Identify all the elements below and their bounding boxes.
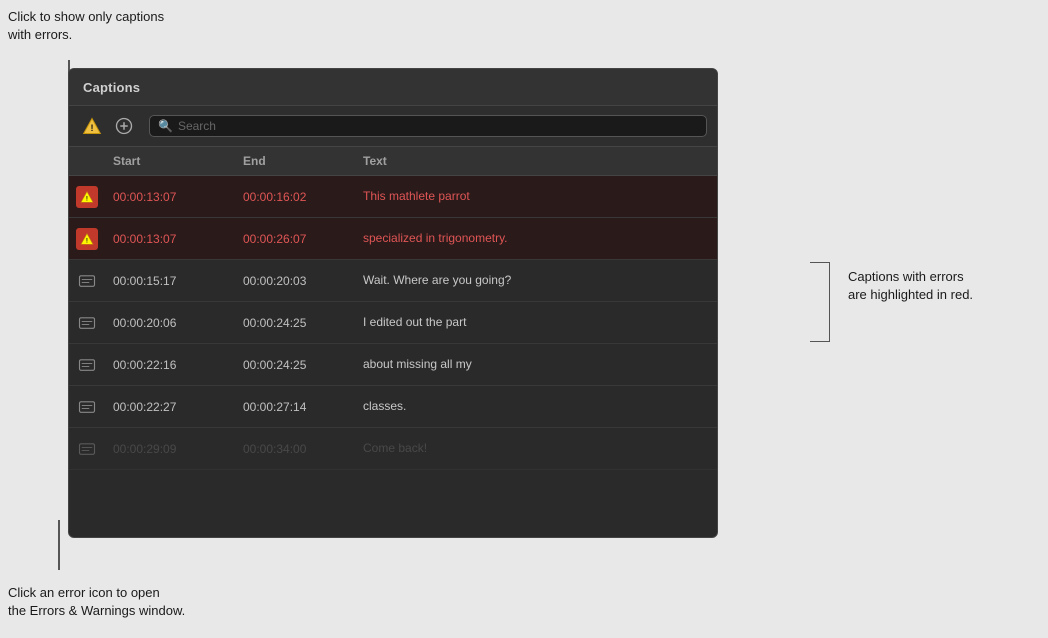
cell-text: specialized in trigonometry. xyxy=(355,231,717,247)
table-row[interactable]: 00:00:20:0600:00:24:25I edited out the p… xyxy=(69,302,717,344)
caption-icon xyxy=(76,354,98,376)
table-row[interactable]: 00:00:22:1600:00:24:25about missing all … xyxy=(69,344,717,386)
cell-end: 00:00:24:25 xyxy=(235,358,355,372)
table-row[interactable]: ! 00:00:13:0700:00:16:02This mathlete par… xyxy=(69,176,717,218)
cell-start: 00:00:13:07 xyxy=(105,232,235,246)
cell-start: 00:00:29:09 xyxy=(105,442,235,456)
cell-icon xyxy=(69,270,105,292)
add-caption-button[interactable] xyxy=(111,113,137,139)
cell-text: Wait. Where are you going? xyxy=(355,273,717,289)
right-annotation: Captions with errors are highlighted in … xyxy=(848,268,1008,304)
table-row[interactable]: 00:00:15:1700:00:20:03Wait. Where are yo… xyxy=(69,260,717,302)
plus-icon xyxy=(115,117,133,135)
right-bracket xyxy=(810,262,830,342)
caption-icon xyxy=(76,396,98,418)
cell-icon xyxy=(69,312,105,334)
svg-text:!: ! xyxy=(86,195,88,202)
search-container: 🔍 xyxy=(149,115,707,137)
col-header-start: Start xyxy=(105,152,235,170)
cell-end: 00:00:20:03 xyxy=(235,274,355,288)
cell-text: about missing all my xyxy=(355,357,717,373)
caption-icon xyxy=(76,270,98,292)
svg-text:!: ! xyxy=(90,123,93,133)
table-body: !00:00:13:0700:00:16:02This mathlete par… xyxy=(69,176,717,470)
col-header-end: End xyxy=(235,152,355,170)
cell-icon xyxy=(69,438,105,460)
top-annotation: Click to show only captions with errors. xyxy=(8,8,168,44)
cell-icon xyxy=(69,396,105,418)
cell-end: 00:00:16:02 xyxy=(235,190,355,204)
cell-end: 00:00:34:00 xyxy=(235,442,355,456)
cell-icon xyxy=(69,354,105,376)
cell-start: 00:00:13:07 xyxy=(105,190,235,204)
cell-end: 00:00:24:25 xyxy=(235,316,355,330)
panel-header: Captions xyxy=(69,69,717,106)
table-row[interactable]: ! 00:00:13:0700:00:26:07specialized in tr… xyxy=(69,218,717,260)
cell-text: This mathlete parrot xyxy=(355,189,717,205)
svg-text:!: ! xyxy=(86,237,88,244)
bottom-annotation: Click an error icon to open the Errors &… xyxy=(8,584,218,620)
bottom-annotation-line xyxy=(58,520,60,570)
captions-panel: Captions ! 🔍 Start End Text xyxy=(68,68,718,538)
cell-start: 00:00:15:17 xyxy=(105,274,235,288)
toolbar: ! 🔍 xyxy=(69,106,717,147)
cell-end: 00:00:27:14 xyxy=(235,400,355,414)
warning-icon: ! xyxy=(82,116,102,136)
table-header: Start End Text xyxy=(69,147,717,176)
cell-end: 00:00:26:07 xyxy=(235,232,355,246)
cell-text: Come back! xyxy=(355,441,717,457)
filter-errors-button[interactable]: ! xyxy=(79,113,105,139)
cell-text: I edited out the part xyxy=(355,315,717,331)
cell-start: 00:00:22:27 xyxy=(105,400,235,414)
table-row[interactable]: 00:00:22:2700:00:27:14classes. xyxy=(69,386,717,428)
error-icon[interactable]: ! xyxy=(76,186,98,208)
cell-icon: ! xyxy=(69,228,105,250)
cell-text: classes. xyxy=(355,399,717,415)
cell-start: 00:00:22:16 xyxy=(105,358,235,372)
search-icon: 🔍 xyxy=(158,119,173,133)
panel-title: Captions xyxy=(83,80,140,95)
col-header-text: Text xyxy=(355,152,717,170)
cell-icon: ! xyxy=(69,186,105,208)
search-input[interactable] xyxy=(178,119,698,133)
col-header-icon xyxy=(69,152,105,170)
table-row[interactable]: 00:00:29:0900:00:34:00Come back! xyxy=(69,428,717,470)
caption-icon xyxy=(76,312,98,334)
error-icon[interactable]: ! xyxy=(76,228,98,250)
cell-start: 00:00:20:06 xyxy=(105,316,235,330)
caption-icon xyxy=(76,438,98,460)
